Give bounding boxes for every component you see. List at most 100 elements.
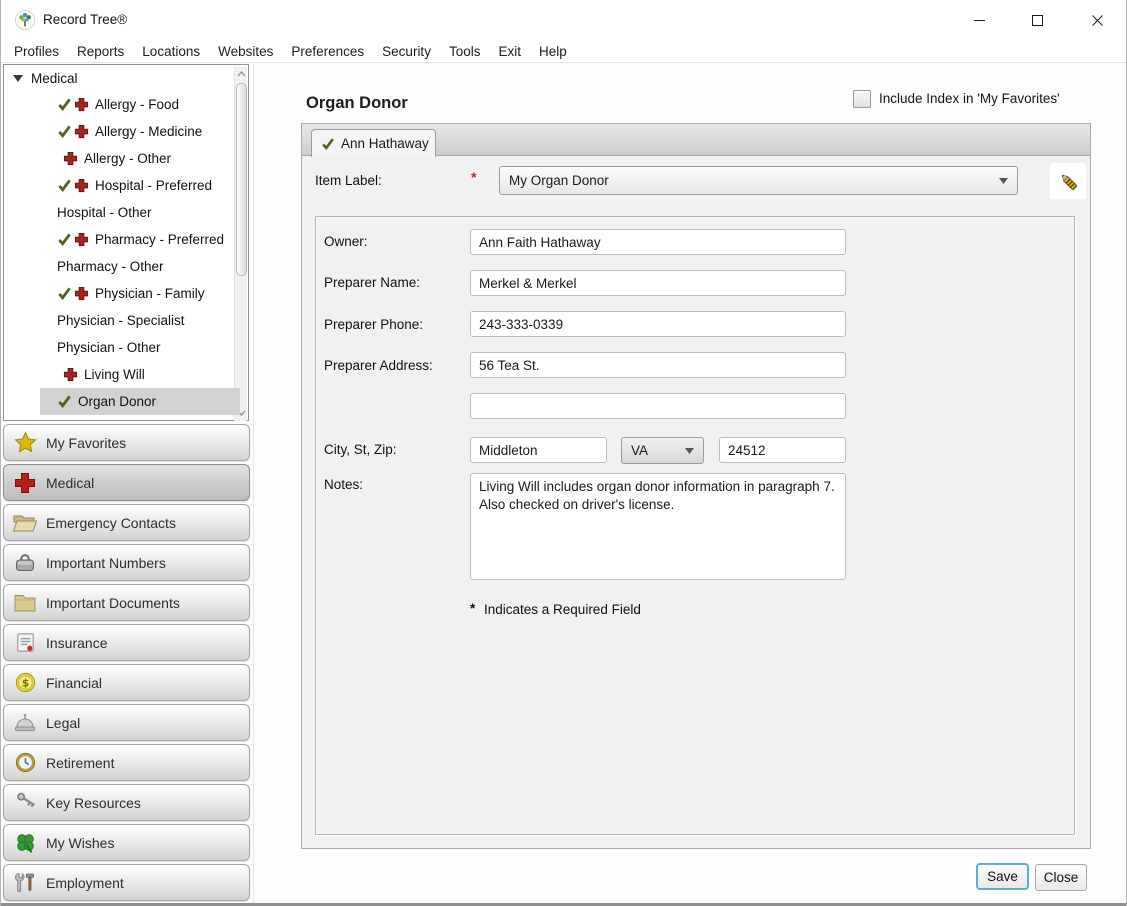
menu-exit[interactable]: Exit	[489, 42, 530, 61]
owner-field[interactable]	[470, 229, 846, 255]
menu-security[interactable]: Security	[373, 42, 440, 61]
include-index-checkbox[interactable]	[853, 90, 871, 108]
menu-tools[interactable]: Tools	[440, 42, 490, 61]
sidebar-item-financial[interactable]: $Financial	[3, 664, 250, 701]
sidebar-item-retirement[interactable]: Retirement	[3, 744, 250, 781]
tree-item-hospital-other[interactable]: Hospital - Other	[7, 199, 239, 226]
cross-icon	[74, 178, 89, 193]
tree-item-label: Allergy - Other	[84, 151, 171, 166]
tree-item-label: Allergy - Medicine	[95, 124, 202, 139]
tree-item-physician-specialist[interactable]: Physician - Specialist	[7, 307, 239, 334]
city-st-zip-label: City, St, Zip:	[324, 442, 397, 457]
maximize-button[interactable]	[1014, 0, 1060, 40]
tree-item-allergy-food[interactable]: Allergy - Food	[7, 91, 239, 118]
state-dropdown[interactable]: VA	[621, 437, 704, 464]
preparer-phone-field[interactable]	[470, 311, 846, 337]
check-icon	[57, 394, 72, 409]
cross-icon	[63, 367, 78, 382]
item-label-caption: Item Label:	[315, 173, 382, 188]
city-field[interactable]	[470, 437, 607, 463]
owner-label: Owner:	[324, 234, 368, 249]
pencil-icon	[1055, 168, 1081, 194]
tree-item-label: Hospital - Preferred	[95, 178, 212, 193]
preparer-address-field[interactable]	[470, 352, 846, 378]
check-icon	[321, 137, 335, 151]
sidebar-item-important-documents[interactable]: Important Documents	[3, 584, 250, 621]
bag-icon	[12, 550, 38, 576]
page-title: Organ Donor	[306, 94, 408, 113]
scroll-up-button[interactable]	[235, 66, 248, 82]
cross-icon	[74, 232, 89, 247]
chevron-down-icon	[685, 448, 694, 454]
zip-field[interactable]	[719, 437, 846, 463]
menu-preferences[interactable]: Preferences	[282, 42, 373, 61]
menu-reports[interactable]: Reports	[68, 42, 133, 61]
menu-profiles[interactable]: Profiles	[5, 42, 68, 61]
medical-cross-icon	[12, 470, 38, 496]
sidebar-item-label: Retirement	[46, 755, 114, 771]
sidebar-item-label: Medical	[46, 475, 94, 491]
tree-item-label: Physician - Other	[57, 340, 161, 355]
folder-open-icon	[12, 510, 38, 536]
sidebar-item-legal[interactable]: Legal	[3, 704, 250, 741]
edit-label-button[interactable]	[1050, 163, 1086, 199]
tab-label: Ann Hathaway	[341, 136, 429, 151]
sidebar-item-emergency-contacts[interactable]: Emergency Contacts	[3, 504, 250, 541]
tree-item-physician-other[interactable]: Physician - Other	[7, 334, 239, 361]
save-button[interactable]: Save	[976, 863, 1029, 890]
menu-help[interactable]: Help	[530, 42, 576, 61]
tree-item-allergy-medicine[interactable]: Allergy - Medicine	[7, 118, 239, 145]
sidebar-item-employment[interactable]: Employment	[3, 864, 250, 901]
tree-item-pharmacy-other[interactable]: Pharmacy - Other	[7, 253, 239, 280]
preparer-address2-field[interactable]	[470, 393, 846, 419]
sidebar-item-medical[interactable]: Medical	[3, 464, 250, 501]
app-logo-tree-icon	[14, 9, 36, 31]
cross-icon	[74, 124, 89, 139]
document-icon	[12, 630, 38, 656]
preparer-address-label: Preparer Address:	[324, 358, 433, 373]
tree-item-label: Physician - Family	[95, 286, 205, 301]
check-icon	[57, 124, 72, 139]
close-button-form[interactable]: Close	[1035, 864, 1087, 891]
sidebar-item-label: Legal	[46, 715, 80, 731]
tree-item-living-will[interactable]: Living Will	[7, 361, 239, 388]
dome-icon	[12, 710, 38, 736]
tree-item-physician-family[interactable]: Physician - Family	[7, 280, 239, 307]
menu-websites[interactable]: Websites	[209, 42, 282, 61]
tree-item-allergy-other[interactable]: Allergy - Other	[7, 145, 239, 172]
title-bar: Record Tree®	[1, 0, 1127, 40]
sidebar-item-key-resources[interactable]: Key Resources	[3, 784, 250, 821]
tree-root-medical[interactable]: Medical	[7, 65, 233, 91]
clock-icon	[12, 750, 38, 776]
menu-locations[interactable]: Locations	[133, 42, 209, 61]
required-note-text: Indicates a Required Field	[484, 602, 641, 617]
star-icon	[12, 430, 38, 456]
sidebar-item-label: Emergency Contacts	[46, 515, 176, 531]
check-icon	[57, 286, 72, 301]
tree-item-pharmacy-preferred[interactable]: Pharmacy - Preferred	[7, 226, 239, 253]
minimize-button[interactable]	[956, 0, 1002, 40]
svg-text:$: $	[21, 677, 28, 689]
check-icon	[57, 178, 72, 193]
check-icon	[57, 97, 72, 112]
tools-icon	[12, 870, 38, 896]
state-value: VA	[631, 443, 685, 458]
notes-field[interactable]: Living Will includes organ donor informa…	[470, 473, 846, 580]
sidebar-item-my-wishes[interactable]: My Wishes	[3, 824, 250, 861]
cross-icon	[63, 151, 78, 166]
clover-icon	[12, 830, 38, 856]
item-label-dropdown[interactable]: My Organ Donor	[499, 166, 1018, 195]
sidebar-item-insurance[interactable]: Insurance	[3, 624, 250, 661]
tree-item-organ-donor[interactable]: Organ Donor	[40, 388, 240, 415]
sidebar-item-my-favorites[interactable]: My Favorites	[3, 424, 250, 461]
tree-item-label: Hospital - Other	[57, 205, 152, 220]
tree-item-hospital-preferred[interactable]: Hospital - Preferred	[7, 172, 239, 199]
sidebar-item-label: Insurance	[46, 635, 107, 651]
required-asterisk: *	[471, 169, 476, 185]
close-button[interactable]	[1074, 0, 1120, 40]
chevron-down-icon	[999, 178, 1008, 184]
check-icon	[57, 232, 72, 247]
tab-ann-hathaway[interactable]: Ann Hathaway	[311, 129, 436, 157]
sidebar-item-important-numbers[interactable]: Important Numbers	[3, 544, 250, 581]
preparer-name-field[interactable]	[470, 270, 846, 296]
